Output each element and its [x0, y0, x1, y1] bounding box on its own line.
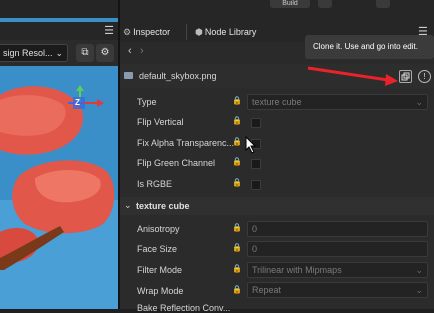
type-select-value: texture cube — [252, 97, 302, 107]
filter-mode-value: Trilinear with Mipmaps — [252, 265, 342, 275]
prop-fix-alpha-label: Fix Alpha Transparenc... — [137, 138, 235, 148]
chevron-down-icon: ⌄ — [124, 200, 132, 210]
prop-flip-vertical-label: Flip Vertical — [137, 117, 184, 127]
chevron-down-icon: ⌄ — [415, 97, 423, 107]
lock-icon: 🔒 — [232, 116, 242, 125]
prop-type-label: Type — [137, 97, 157, 107]
wrap-mode-value: Repeat — [252, 285, 282, 295]
wrap-mode-select[interactable]: Repeat ⌄ — [247, 282, 428, 298]
lock-icon: 🔒 — [232, 178, 242, 187]
lock-icon: 🔒 — [232, 223, 242, 232]
lock-icon: 🔒 — [232, 243, 242, 252]
prop-wrap-mode-label: Wrap Mode — [137, 286, 184, 296]
flip-vertical-checkbox[interactable] — [251, 118, 261, 128]
face-size-input[interactable]: 0 — [247, 241, 428, 257]
prop-face-size-label: Face Size — [137, 244, 178, 254]
chevron-down-icon: ⌄ — [415, 265, 423, 275]
prop-anisotropy-label: Anisotropy — [137, 224, 180, 234]
lock-icon: 🔒 — [232, 137, 242, 146]
type-select[interactable]: texture cube ⌄ — [247, 94, 428, 110]
lock-icon: 🔒 — [232, 157, 242, 166]
prop-is-rgbe-label: Is RGBE — [137, 179, 173, 189]
filter-mode-select[interactable]: Trilinear with Mipmaps ⌄ — [247, 262, 428, 278]
lock-icon: 🔒 — [232, 285, 242, 294]
mouse-cursor-icon — [245, 136, 257, 154]
chevron-down-icon: ⌄ — [415, 285, 423, 295]
prop-flip-green-label: Flip Green Channel — [137, 158, 216, 168]
lock-icon: 🔒 — [232, 264, 242, 273]
anisotropy-value: 0 — [252, 224, 258, 234]
prop-bake-reflection-label: Bake Reflection Conv... — [137, 303, 231, 313]
flip-green-checkbox[interactable] — [251, 159, 261, 169]
is-rgbe-checkbox[interactable] — [251, 180, 261, 190]
section-title: texture cube — [136, 201, 190, 211]
anisotropy-input[interactable]: 0 — [247, 221, 428, 237]
prop-filter-mode-label: Filter Mode — [137, 265, 183, 275]
lock-icon: 🔒 — [232, 96, 242, 105]
face-size-value: 0 — [252, 244, 258, 254]
